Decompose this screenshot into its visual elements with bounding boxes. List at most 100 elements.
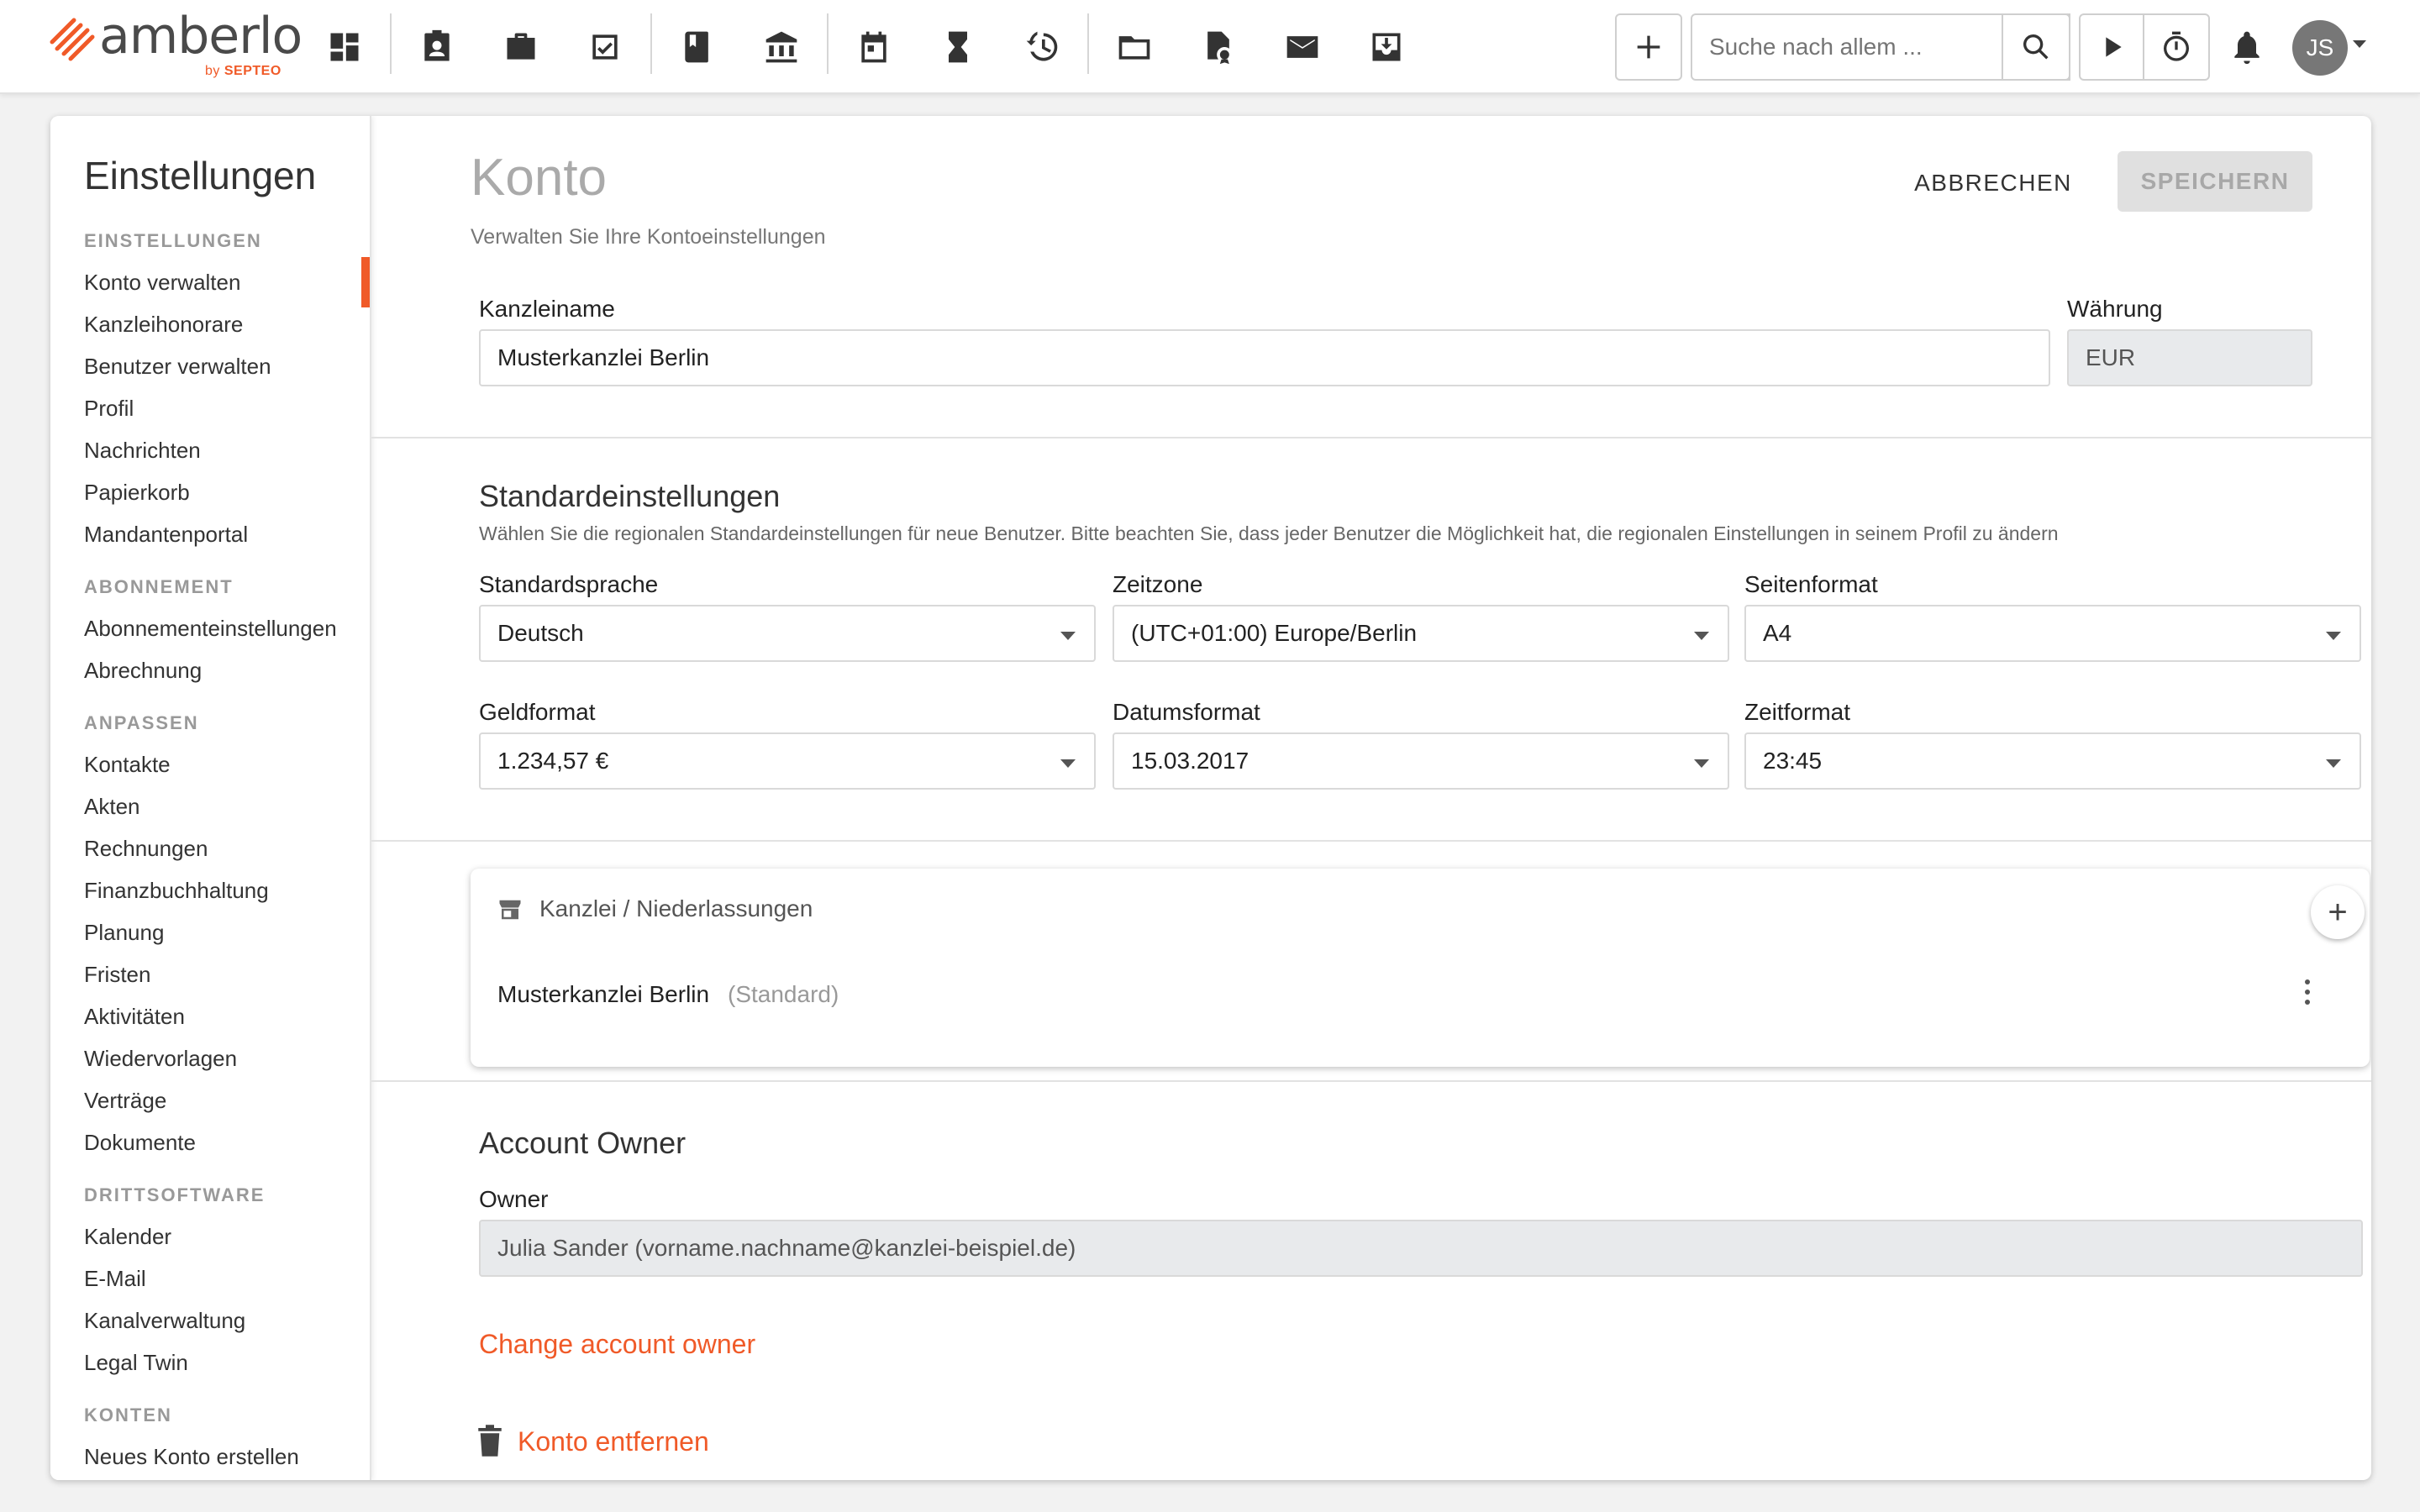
sidebar-item-papierkorb[interactable]: Papierkorb <box>84 480 190 506</box>
toolbar-separator <box>1087 13 1089 74</box>
time-format-value: 23:45 <box>1763 748 1823 774</box>
owner-field: Julia Sander (vorname.nachname@kanzlei-b… <box>479 1220 2363 1277</box>
sidebar-item-kanzleihonorare[interactable]: Kanzleihonorare <box>84 312 243 338</box>
branches-heading: Kanzlei / Niederlassungen <box>539 895 813 921</box>
sidebar-item-dokumente[interactable]: Dokumente <box>84 1130 196 1156</box>
create-new-button[interactable] <box>1615 13 1682 81</box>
task-check-icon[interactable] <box>580 22 630 72</box>
mail-icon[interactable] <box>1277 22 1328 72</box>
time-format-label: Zeitformat <box>1744 699 1851 725</box>
sidebar-item-vertraege[interactable]: Verträge <box>84 1088 166 1114</box>
sidebar-item-mandantenportal[interactable]: Mandantenportal <box>84 522 248 548</box>
language-value: Deutsch <box>497 620 584 646</box>
book-icon[interactable] <box>672 22 723 72</box>
toolbar-separator <box>390 13 392 74</box>
sidebar-item-nachrichten[interactable]: Nachrichten <box>84 438 201 464</box>
sidebar-item-fristen[interactable]: Fristen <box>84 962 150 988</box>
notifications-bell-icon[interactable] <box>2222 22 2272 72</box>
page-format-label: Seitenformat <box>1744 571 1878 597</box>
sidebar-heading: KONTEN <box>84 1404 172 1425</box>
firm-name-input[interactable]: Musterkanzlei Berlin <box>479 329 2050 386</box>
top-bar: amberlo by SEPTEO Suche nach allem ... J… <box>0 0 2420 94</box>
store-icon <box>499 900 521 920</box>
save-button[interactable]: SPEICHERN <box>2118 151 2312 212</box>
more-options-icon[interactable] <box>2299 979 2316 1010</box>
dropdown-caret-icon <box>2326 759 2341 768</box>
user-avatar[interactable]: JS <box>2292 20 2348 76</box>
page-title: Konto <box>471 149 608 207</box>
timezone-select[interactable]: (UTC+01:00) Europe/Berlin <box>1113 605 1729 662</box>
sidebar-item-aktivitaeten[interactable]: Aktivitäten <box>84 1004 185 1030</box>
time-format-select[interactable]: 23:45 <box>1744 732 2361 790</box>
toolbar-separator <box>827 13 829 74</box>
firm-name-label: Kanzleiname <box>479 296 615 322</box>
cancel-button[interactable]: ABBRECHEN <box>1909 153 2077 213</box>
sidebar-item-planung[interactable]: Planung <box>84 920 164 946</box>
money-format-select[interactable]: 1.234,57 € <box>479 732 1096 790</box>
page-subtitle: Verwalten Sie Ihre Kontoeinstellungen <box>471 225 826 249</box>
play-icon <box>2106 37 2122 57</box>
sidebar-item-wiedervorlagen[interactable]: Wiedervorlagen <box>84 1046 237 1072</box>
date-format-label: Datumsformat <box>1113 699 1260 725</box>
brand-logo[interactable]: amberlo by SEPTEO <box>49 7 302 79</box>
calendar-icon[interactable] <box>849 22 899 72</box>
account-settings-content: Konto Verwalten Sie Ihre Kontoeinstellun… <box>371 116 2371 1480</box>
sidebar-item-e-mail[interactable]: E-Mail <box>84 1266 146 1292</box>
defaults-section-title: Standardeinstellungen <box>479 479 781 513</box>
search-button[interactable] <box>2002 13 2070 81</box>
currency-label: Währung <box>2067 296 2163 322</box>
logo-mark-icon <box>50 18 95 61</box>
owner-value: Julia Sander (vorname.nachname@kanzlei-b… <box>497 1235 1076 1261</box>
sidebar-item-kalender[interactable]: Kalender <box>84 1224 171 1250</box>
section-divider <box>371 437 2371 438</box>
chevron-down-icon[interactable] <box>2353 40 2366 48</box>
sidebar-item-neues-konto-erstellen[interactable]: Neues Konto erstellen <box>84 1444 299 1470</box>
dropdown-caret-icon <box>1694 632 1709 640</box>
sidebar-heading: DRITTSOFTWARE <box>84 1184 266 1205</box>
hourglass-icon[interactable] <box>933 22 983 72</box>
inbox-download-icon[interactable] <box>1361 22 1412 72</box>
date-format-value: 15.03.2017 <box>1131 748 1249 774</box>
bank-icon[interactable] <box>756 22 807 72</box>
change-owner-link[interactable]: Change account owner <box>479 1329 755 1360</box>
sidebar-item-konto-verwalten[interactable]: Konto verwalten <box>84 270 240 296</box>
trash-icon <box>478 1425 502 1457</box>
currency-value: EUR <box>2086 344 2136 370</box>
play-timer-button[interactable] <box>2081 15 2144 79</box>
briefcase-icon[interactable] <box>496 22 546 72</box>
branches-card: Kanzlei / Niederlassungen + Musterkanzle… <box>471 869 2370 1067</box>
sidebar-item-abonnementeinstellungen[interactable]: Abonnementeinstellungen <box>84 616 337 642</box>
sidebar-item-benutzer-verwalten[interactable]: Benutzer verwalten <box>84 354 271 380</box>
certificate-icon[interactable] <box>1193 22 1244 72</box>
sidebar-item-kanalverwaltung[interactable]: Kanalverwaltung <box>84 1308 245 1334</box>
sidebar-item-abrechnung[interactable]: Abrechnung <box>84 658 202 684</box>
sidebar-item-legal-twin[interactable]: Legal Twin <box>84 1350 188 1376</box>
page-format-select[interactable]: A4 <box>1744 605 2361 662</box>
dashboard-icon[interactable] <box>319 22 370 72</box>
sidebar-item-finanzbuchhaltung[interactable]: Finanzbuchhaltung <box>84 878 269 904</box>
date-format-select[interactable]: 15.03.2017 <box>1113 732 1729 790</box>
sidebar-item-profil[interactable]: Profil <box>84 396 134 422</box>
add-branch-button[interactable]: + <box>2311 885 2365 939</box>
stopwatch-button[interactable] <box>2144 15 2208 79</box>
search-icon <box>2023 34 2049 60</box>
brand-sub: by SEPTEO <box>205 64 281 78</box>
remove-account-link[interactable]: Konto entfernen <box>518 1426 709 1457</box>
language-label: Standardsprache <box>479 571 659 597</box>
language-select[interactable]: Deutsch <box>479 605 1096 662</box>
dropdown-caret-icon <box>1694 759 1709 768</box>
folder-icon[interactable] <box>1109 22 1160 72</box>
sidebar-item-akten[interactable]: Akten <box>84 794 140 820</box>
sidebar-item-kontakte[interactable]: Kontakte <box>84 752 171 778</box>
owner-label: Owner <box>479 1186 549 1212</box>
settings-sidebar: Einstellungen EINSTELLUNGEN Konto verwal… <box>50 116 371 1480</box>
defaults-section-description: Wählen Sie die regionalen Standardeinste… <box>479 522 2059 544</box>
owner-section-title: Account Owner <box>479 1126 687 1160</box>
contact-badge-icon[interactable] <box>412 22 462 72</box>
branch-name[interactable]: Musterkanzlei Berlin <box>497 981 709 1008</box>
sidebar-heading: EINSTELLUNGEN <box>84 230 262 251</box>
sidebar-item-rechnungen[interactable]: Rechnungen <box>84 836 208 862</box>
timezone-value: (UTC+01:00) Europe/Berlin <box>1131 620 1418 646</box>
settings-card: Einstellungen EINSTELLUNGEN Konto verwal… <box>50 116 2371 1480</box>
billing-history-icon[interactable] <box>1017 22 1067 72</box>
